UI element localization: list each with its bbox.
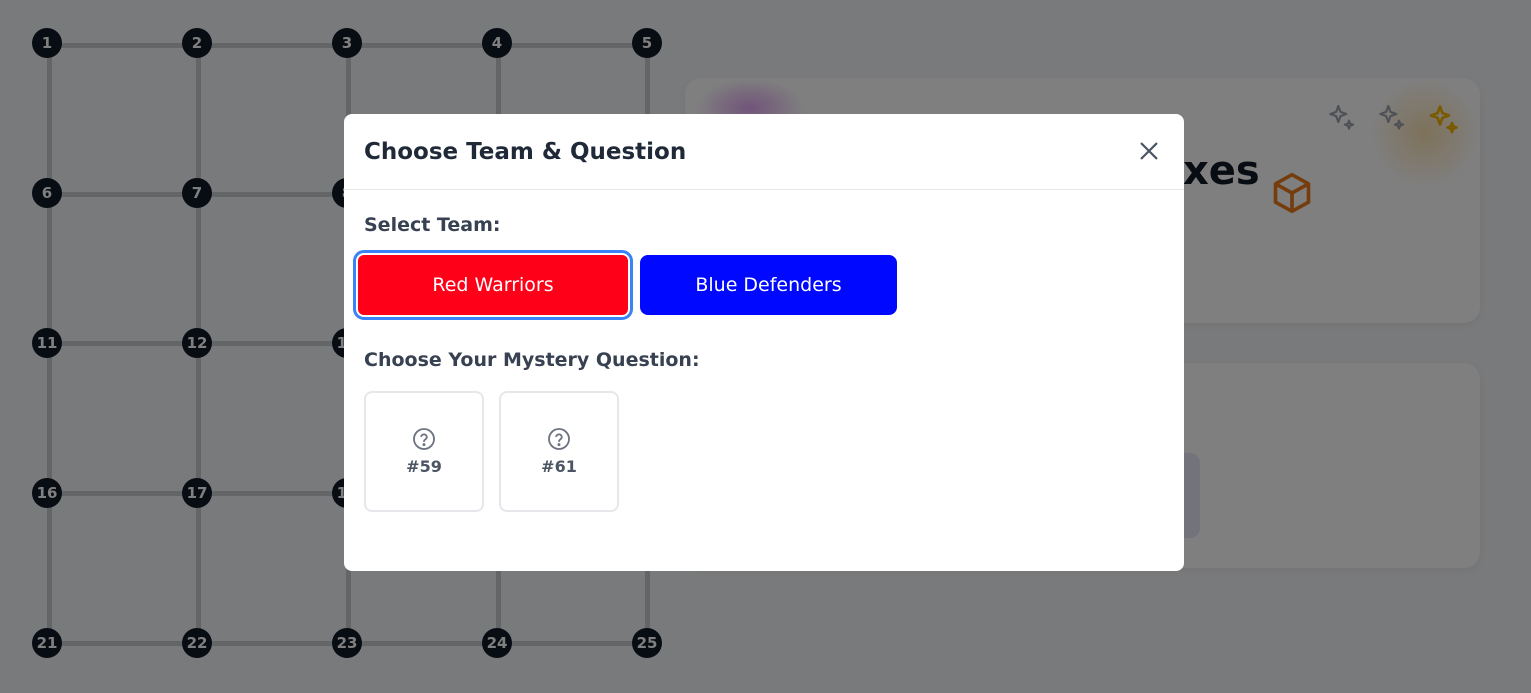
dialog-body: Select Team: Red Warriors Blue Defenders… [344, 190, 1184, 512]
question-card[interactable]: #59 [364, 391, 484, 512]
question-section-label: Choose Your Mystery Question: [364, 349, 700, 371]
close-icon [1140, 142, 1158, 160]
select-team-label: Select Team: [364, 214, 501, 236]
team-options: Red Warriors Blue Defenders [353, 250, 1164, 320]
team-button-blue-defenders[interactable]: Blue Defenders [640, 255, 897, 315]
choose-team-dialog: Choose Team & Question Select Team: Red … [344, 114, 1184, 571]
close-button[interactable] [1136, 138, 1162, 164]
team-button-red-warriors[interactable]: Red Warriors [353, 250, 633, 320]
dialog-title: Choose Team & Question [364, 138, 687, 165]
dialog-header: Choose Team & Question [344, 114, 1184, 190]
question-circle-icon [413, 428, 435, 450]
question-number: #61 [541, 457, 577, 476]
question-card[interactable]: #61 [499, 391, 619, 512]
question-options: #59 #61 [364, 391, 1164, 512]
question-number: #59 [406, 457, 442, 476]
question-circle-icon [548, 428, 570, 450]
